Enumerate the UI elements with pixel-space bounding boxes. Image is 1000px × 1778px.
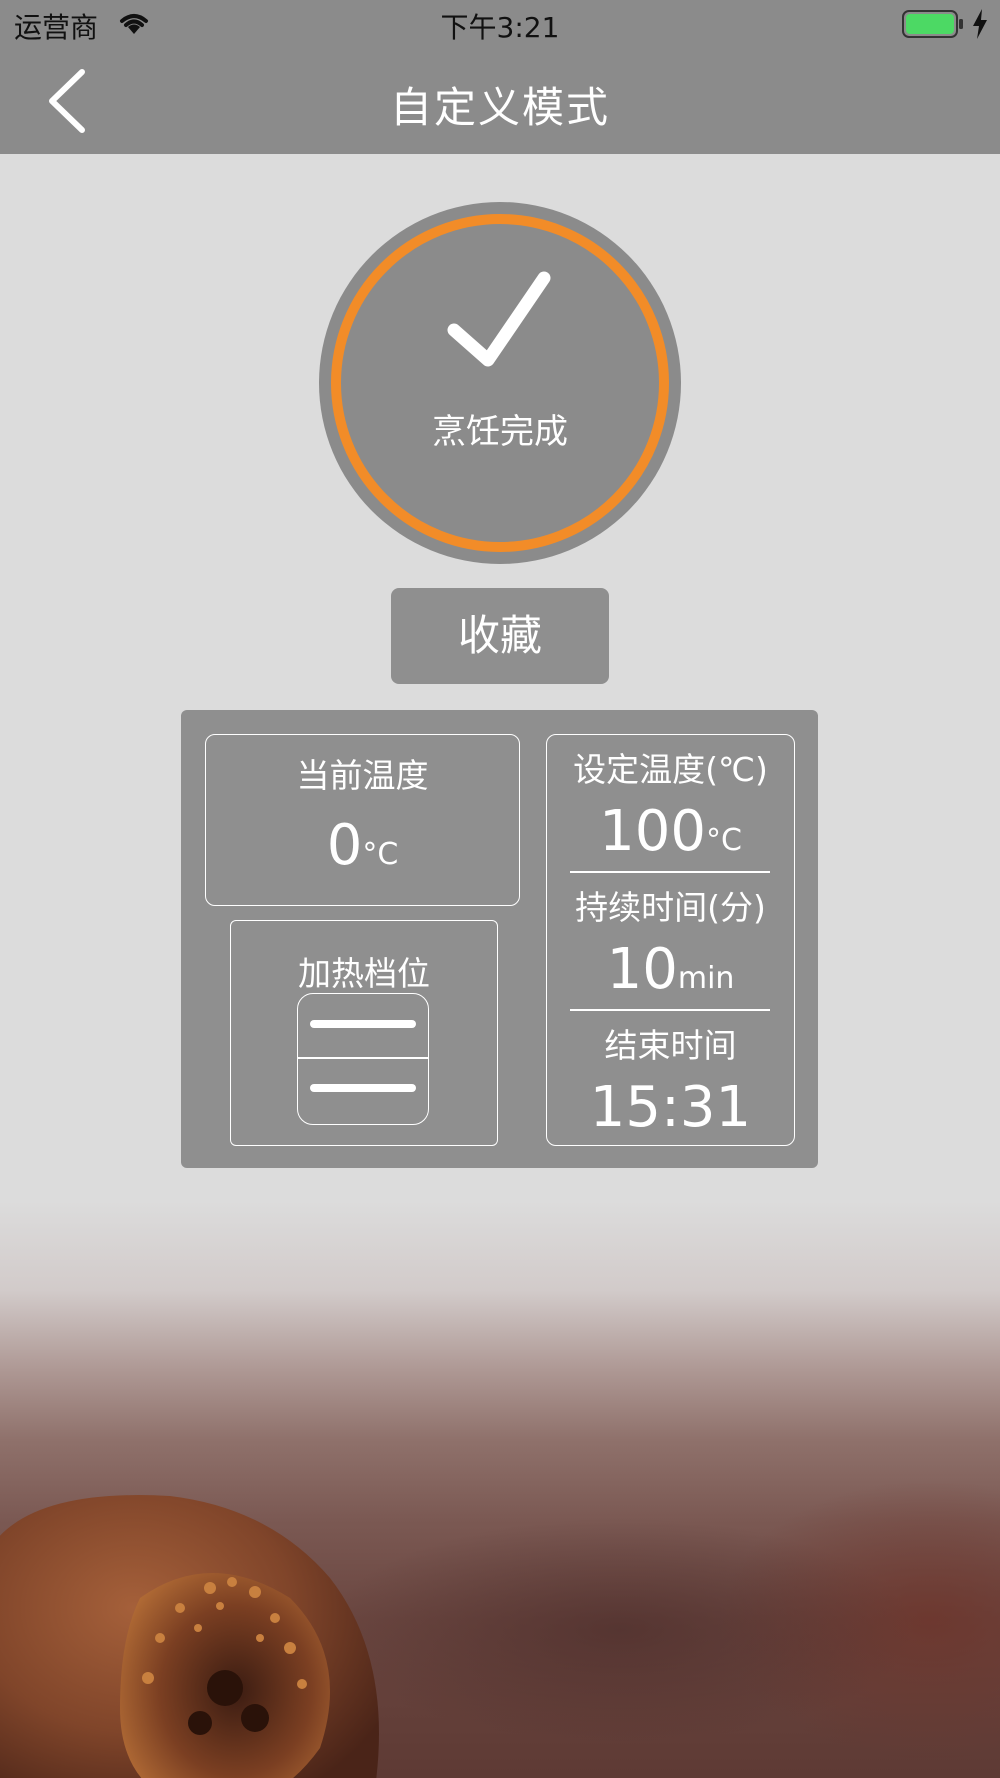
settings-divider-1 (570, 871, 770, 873)
heat-bar-bottom (310, 1084, 416, 1092)
current-temp-unit: °C (362, 837, 399, 872)
set-temp-value-row: 100°C (547, 799, 794, 864)
duration-value-row: 10min (547, 937, 794, 1002)
charging-bolt-icon (973, 9, 987, 39)
checkmark-icon (447, 271, 551, 367)
end-time-value: 15:31 (589, 1075, 752, 1140)
current-temp-card: 当前温度 0°C (205, 734, 520, 906)
duration-unit: min (677, 961, 735, 996)
settings-divider-2 (570, 1009, 770, 1011)
heat-level-divider (298, 1057, 428, 1059)
duration-label: 持续时间(分) (575, 888, 766, 927)
set-temp-label: 设定温度(℃) (573, 750, 768, 789)
favorite-button[interactable]: 收藏 (391, 588, 609, 684)
end-time-label: 结束时间 (604, 1026, 737, 1065)
end-time-value-row: 15:31 (547, 1075, 794, 1140)
heat-level-card: 加热档位 (230, 920, 498, 1146)
page-title: 自定义模式 (389, 83, 610, 132)
duration-value: 10 (606, 937, 678, 1002)
heat-level-icon (297, 993, 429, 1125)
top-bar: 运营商 下午3:21 自定义模式 (0, 0, 1000, 154)
status-time: 下午3:21 (440, 11, 560, 44)
set-temp-value: 100 (599, 799, 706, 864)
heat-bar-top (310, 1020, 416, 1028)
status-ring (331, 214, 669, 552)
food-ball-image (0, 1495, 379, 1778)
info-panel: 当前温度 0°C 加热档位 设定温度(℃) 100°C 持续时间(分) 10mi… (181, 710, 818, 1168)
current-temp-value: 0 (326, 813, 363, 878)
food-background-image (0, 1200, 1000, 1778)
set-temp-unit: °C (705, 823, 742, 858)
heat-level-label: 加热档位 (298, 954, 430, 993)
cooking-status-label: 烹饪完成 (432, 412, 568, 452)
battery-icon (902, 10, 963, 38)
current-temp-label: 当前温度 (296, 756, 429, 795)
settings-card: 设定温度(℃) 100°C 持续时间(分) 10min 结束时间 15:31 (546, 734, 795, 1146)
current-temp-value-row: 0°C (206, 813, 519, 878)
